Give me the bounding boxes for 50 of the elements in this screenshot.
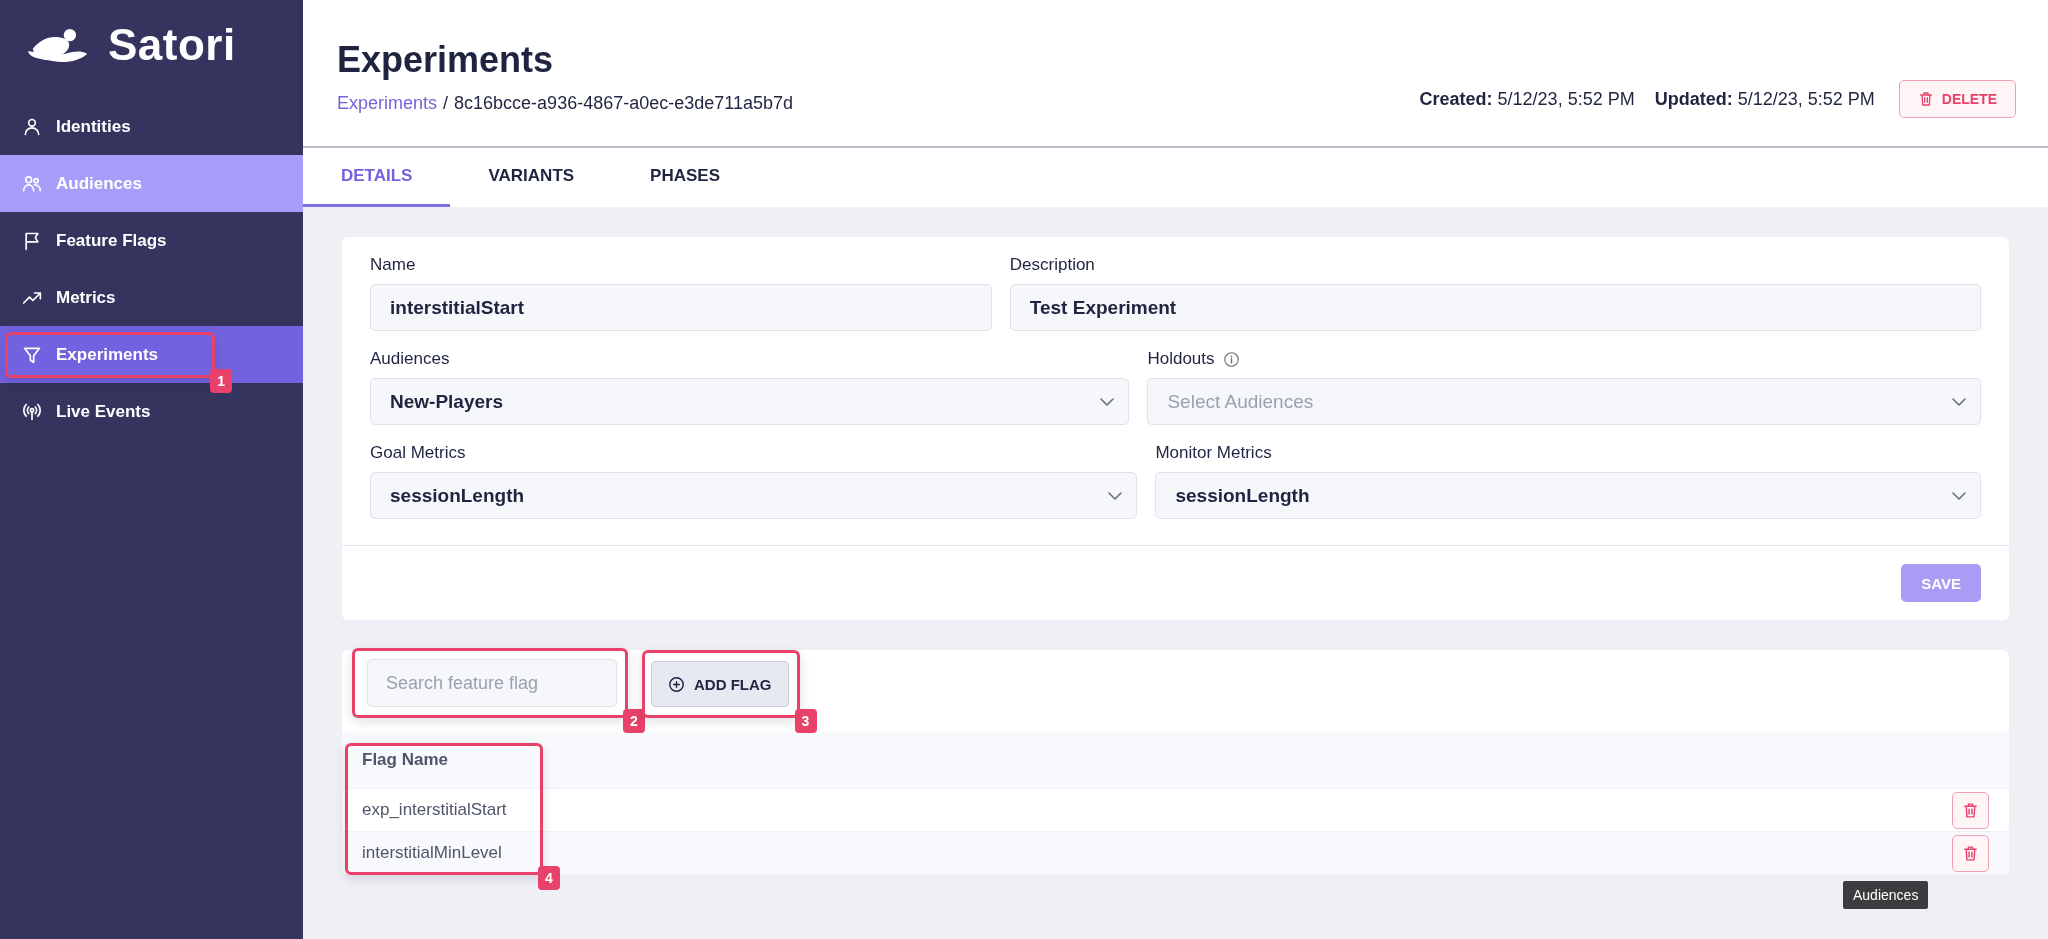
- plus-circle-icon: [668, 675, 685, 693]
- updated-date: Updated: 5/12/23, 5:52 PM: [1654, 88, 1875, 110]
- select-field[interactable]: New-Players: [370, 378, 1130, 425]
- people-icon: [22, 173, 42, 194]
- chevron-down-icon: [1100, 397, 1115, 406]
- tab[interactable]: DETAILS: [303, 148, 451, 207]
- field-label: Monitor Metrics: [1155, 443, 1272, 463]
- delete-row-button[interactable]: [1952, 834, 1989, 872]
- trash-icon: [1962, 801, 1979, 819]
- callout-badge: 2: [623, 709, 645, 733]
- field-label: Name: [370, 255, 416, 275]
- callout-badge: 1: [210, 368, 233, 393]
- brand-name: Satori: [108, 20, 236, 70]
- field-label: Description: [1009, 255, 1095, 275]
- trash-icon: [1962, 844, 1979, 862]
- table-cell: interstitialMinLevel: [362, 843, 502, 863]
- sidebar-item[interactable]: Metrics: [0, 269, 303, 326]
- chevron-down-icon: [1952, 491, 1966, 500]
- callout-badge: 3: [794, 709, 817, 733]
- callout-badge: 4: [538, 866, 560, 890]
- delete-button[interactable]: DELETE: [1898, 80, 2016, 118]
- column-header: Flag Name: [362, 750, 448, 770]
- input-field[interactable]: Test Experiment: [1009, 284, 1981, 331]
- field-label: Goal Metrics: [370, 443, 466, 463]
- delete-row-button[interactable]: [1952, 791, 1989, 829]
- page-title: Experiments: [337, 39, 555, 81]
- breadcrumb-separator: /: [443, 93, 449, 114]
- flag-icon: [22, 230, 42, 251]
- tab[interactable]: VARIANTS: [450, 148, 613, 207]
- add-flag-button[interactable]: ADD FLAG: [651, 661, 789, 707]
- experiment-id: 8c16bcce-a936-4867-a0ec-e3de711a5b7d: [454, 93, 793, 114]
- breadcrumb-link[interactable]: Experiments: [337, 93, 438, 114]
- sidebar-item[interactable]: Feature Flags: [0, 212, 303, 269]
- tooltip: Audiences: [1843, 881, 1929, 909]
- table-cell: exp_interstitialStart: [362, 800, 507, 820]
- select-field[interactable]: sessionLength: [1155, 472, 1981, 519]
- sidebar-item[interactable]: Identities: [0, 98, 303, 155]
- chevron-down-icon: [1952, 397, 1966, 406]
- created-date: Created: 5/12/23, 5:52 PM: [1419, 88, 1635, 110]
- person-icon: [22, 116, 42, 137]
- trash-icon: [1917, 91, 1934, 107]
- chevron-down-icon: [1108, 491, 1123, 500]
- field-label: Audiences: [370, 349, 450, 369]
- input-field[interactable]: interstitialStart: [370, 284, 992, 331]
- field-label: Holdouts: [1147, 349, 1215, 369]
- tab[interactable]: PHASES: [612, 148, 759, 207]
- antenna-icon: [22, 401, 42, 422]
- search-field[interactable]: Search feature flag: [367, 659, 617, 707]
- select-field[interactable]: sessionLength: [370, 472, 1138, 519]
- sidebar-item[interactable]: Experiments: [22, 344, 159, 365]
